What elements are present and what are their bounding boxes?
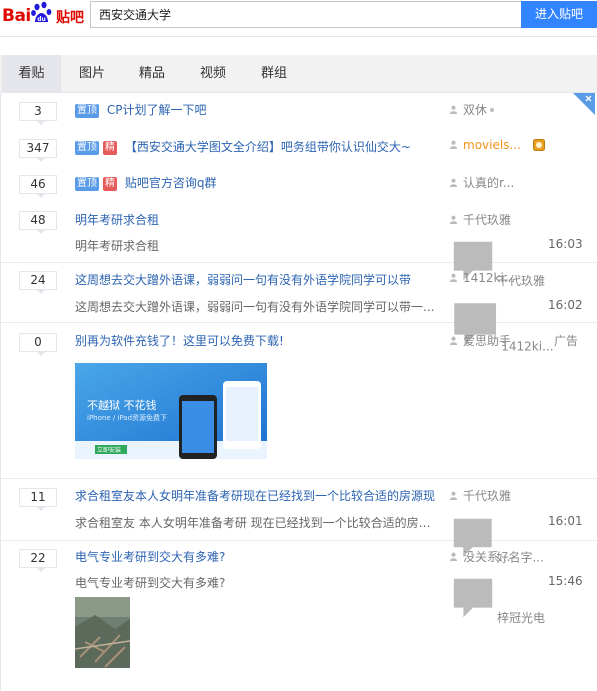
thread-title-text[interactable]: 贴吧官方咨询q群 (125, 176, 217, 190)
author-name: 双休 (463, 103, 488, 117)
logo-tieba-text: 贴吧 (56, 10, 84, 26)
ad-slogan: 不越狱 不花钱 (87, 399, 157, 412)
last-reply-time: 16:01 (548, 514, 583, 528)
reply-count: 11 (19, 488, 57, 511)
enter-tieba-button[interactable]: 进入贴吧 (521, 1, 597, 28)
reply-count: 3 (19, 102, 57, 125)
reply-count: 0 (19, 333, 57, 356)
header-divider (0, 36, 597, 37)
ad-title[interactable]: 别再为软件充钱了！这里可以免费下载! (75, 332, 284, 349)
pinned-badge: 置顶 (75, 177, 99, 191)
featured-badge: 精 (103, 177, 117, 191)
ad-image[interactable]: 不越狱 不花钱 iPhone / iPad资源免费下 立即安装 (75, 363, 267, 459)
tab-images[interactable]: 图片 (62, 55, 122, 93)
thread-row[interactable]: 347 置顶精 【西安交通大学图文全介绍】吧务组带你认识仙交大~ moviels… (1, 129, 597, 165)
thread-row[interactable]: 22 电气专业考研到交大有多难? 电气专业考研到交大有多难? 没关系... 梓冠… (1, 541, 597, 691)
logo-bai-text: Bai (2, 6, 31, 26)
baidu-tieba-logo[interactable]: Bai du 贴吧 (0, 0, 84, 30)
author-name: 认真的r... (463, 176, 515, 190)
tab-posts[interactable]: 看贴 (2, 55, 61, 93)
author-name: 没关系... (463, 550, 511, 564)
member-badge-icon (533, 139, 545, 151)
search-input[interactable] (90, 1, 522, 28)
thread-title-text[interactable]: CP计划了解一下吧 (107, 103, 207, 117)
svg-text:du: du (37, 16, 46, 23)
user-icon (449, 140, 458, 149)
user-icon (449, 105, 458, 114)
thread-row[interactable]: 48 明年考研求合租 明年考研求合租 千代玖雅 千代玖雅 16:03 (1, 201, 597, 288)
paw-icon: du (31, 1, 52, 23)
last-reply-time: 16:02 (548, 298, 583, 312)
tab-groups[interactable]: 群组 (244, 55, 304, 93)
ad-label: 广告 (554, 334, 579, 348)
thread-title[interactable]: 置顶 CP计划了解一下吧 (75, 101, 206, 118)
tab-videos[interactable]: 视频 (183, 55, 243, 93)
thread-excerpt: 电气专业考研到交大有多难? (75, 576, 226, 590)
user-icon (449, 491, 458, 500)
reply-count: 48 (19, 211, 57, 234)
user-icon (449, 552, 458, 561)
thread-author[interactable]: 千代玖雅 (449, 487, 511, 504)
user-icon (449, 273, 458, 282)
thread-title[interactable]: 这周想去交大蹭外语课，弱弱问一句有没有外语学院同学可以带 (75, 271, 415, 288)
reply-count: 24 (19, 271, 57, 294)
thread-row[interactable]: 24 这周想去交大蹭外语课，弱弱问一句有没有外语学院同学可以带 这周想去交大蹭外… (1, 263, 597, 353)
ad-install-button[interactable]: 立即安装 (97, 445, 121, 454)
comment-icon (453, 578, 493, 618)
thread-title[interactable]: 明年考研求合租 (75, 211, 159, 228)
tab-bar: 看贴 图片 精品 视频 群组 (0, 55, 597, 93)
reply-count: 22 (19, 549, 57, 572)
thread-image-thumbnail[interactable] (75, 597, 130, 668)
pinned-badge: 置顶 (75, 141, 99, 155)
thread-author[interactable]: 1412ki... (449, 271, 515, 285)
header: Bai du 贴吧 进入贴吧 (0, 0, 597, 36)
tab-featured[interactable]: 精品 (122, 55, 182, 93)
thread-title[interactable]: 电气专业考研到交大有多难? (75, 548, 225, 565)
ad-subslogan: iPhone / iPad资源免费下 (87, 414, 168, 422)
last-reply[interactable]: 梓冠光电 (449, 574, 545, 626)
thread-list: 3 置顶 CP计划了解一下吧 双休 347 置顶精 【西安交通大学图文全介绍】吧… (0, 93, 597, 691)
thread-row[interactable]: 46 置顶精 贴吧官方咨询q群 认真的r... (1, 165, 597, 201)
thread-excerpt: 明年考研求合租 (75, 239, 160, 253)
author-name: 千代玖雅 (463, 489, 512, 503)
thread-excerpt: 这周想去交大蹭外语课，弱弱问一句有没有外语学院同学可以带一... (75, 300, 435, 314)
author-name: 爱思助手 (463, 334, 512, 348)
reply-count: 46 (19, 175, 57, 198)
author-name: 千代玖雅 (463, 213, 512, 227)
thread-author[interactable]: 双休 (449, 101, 495, 118)
author-name: 1412ki... (463, 271, 516, 285)
last-reply-author: 梓冠光电 (497, 611, 546, 626)
thread-row[interactable]: 11 求合租室友本人女明年准备考研现在已经找到一个比较合适的房源现 求合租室友 … (1, 479, 597, 564)
user-icon (449, 178, 458, 187)
ad-row[interactable]: 0 别再为软件充钱了！这里可以免费下载! 爱思助手 广告 不越狱 不花钱 iPh… (1, 323, 597, 479)
author-name: moviels... (463, 138, 521, 152)
thread-title-text[interactable]: 【西安交通大学图文全介绍】吧务组带你认识仙交大~ (125, 140, 411, 154)
featured-badge: 精 (103, 141, 117, 155)
last-reply-time: 16:03 (548, 237, 583, 251)
thread-row[interactable]: 3 置顶 CP计划了解一下吧 双休 (1, 93, 597, 129)
thread-author[interactable]: moviels... (449, 138, 521, 152)
thread-title[interactable]: 置顶精 贴吧官方咨询q群 (75, 174, 216, 191)
thread-author[interactable]: 认真的r... (449, 174, 514, 191)
user-icon (449, 215, 458, 224)
thread-title[interactable]: 置顶精 【西安交通大学图文全介绍】吧务组带你认识仙交大~ (75, 138, 411, 155)
status-dot-icon (490, 108, 495, 112)
thread-author[interactable]: 没关系... (449, 548, 510, 565)
thread-excerpt: 求合租室友 本人女明年准备考研 现在已经找到一个比较合适的房源... (75, 516, 441, 530)
user-icon (449, 336, 458, 345)
reply-count: 347 (19, 139, 57, 162)
thread-title[interactable]: 求合租室友本人女明年准备考研现在已经找到一个比较合适的房源现 (75, 487, 439, 504)
thread-author[interactable]: 千代玖雅 (449, 211, 511, 228)
pinned-badge: 置顶 (75, 104, 99, 118)
ad-author[interactable]: 爱思助手 (449, 332, 511, 349)
last-reply-time: 15:46 (548, 574, 583, 588)
